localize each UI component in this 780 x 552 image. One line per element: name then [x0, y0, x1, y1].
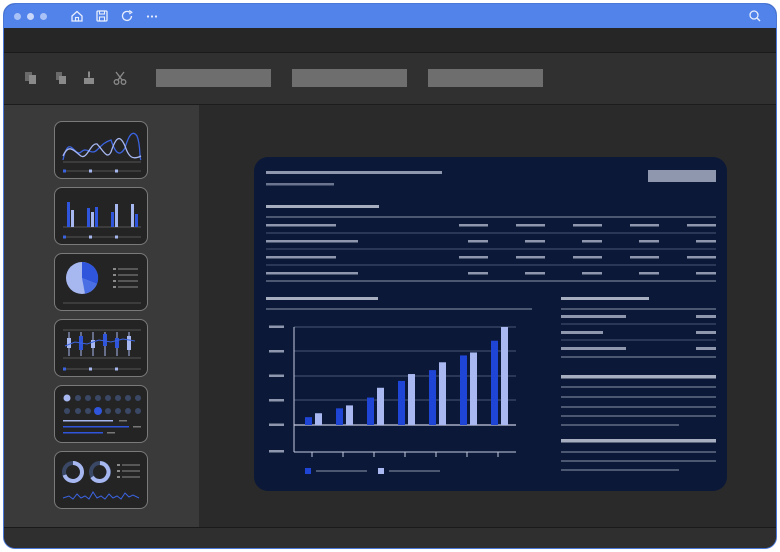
chart-bar	[398, 380, 405, 425]
toolbar-field[interactable]	[428, 69, 543, 87]
doc-table	[266, 205, 716, 282]
chart-bar	[491, 340, 498, 425]
save-icon[interactable]	[95, 9, 109, 23]
window-dot[interactable]	[40, 13, 47, 20]
chart-legend	[305, 468, 440, 474]
toolbar-field[interactable]	[156, 69, 271, 87]
thumbnail-dot-matrix[interactable]	[54, 385, 148, 443]
format-painter-icon[interactable]	[81, 70, 97, 86]
chart-bar	[305, 417, 312, 425]
title-bar	[4, 4, 776, 28]
home-icon[interactable]	[70, 9, 84, 23]
chart-bar	[377, 387, 384, 425]
chart-bar	[315, 413, 322, 425]
chart-bar	[470, 352, 477, 425]
thumbnail-line-chart[interactable]	[54, 121, 148, 179]
chart-bar	[429, 370, 436, 425]
thumbnail-donut-charts[interactable]	[54, 451, 148, 509]
window-dot[interactable]	[14, 13, 21, 20]
chart-bar	[501, 327, 508, 425]
copy-icon[interactable]	[23, 70, 39, 86]
chart-axes	[269, 325, 516, 457]
refresh-icon[interactable]	[120, 9, 134, 23]
paste-icon[interactable]	[53, 70, 69, 86]
app-window	[3, 3, 777, 549]
slide-document[interactable]	[254, 157, 727, 491]
chart-bar	[336, 408, 343, 425]
menu-bar	[4, 28, 776, 53]
toolbar-field[interactable]	[292, 69, 407, 87]
search-icon[interactable]	[748, 9, 762, 23]
chart-bar	[408, 374, 415, 425]
chart-bar	[346, 405, 353, 425]
thumbnail-pie-chart[interactable]	[54, 253, 148, 311]
window-dot[interactable]	[27, 13, 34, 20]
cut-icon[interactable]	[112, 70, 128, 86]
status-bar	[4, 527, 776, 548]
chart-bar	[367, 397, 374, 425]
thumbnail-bar-chart[interactable]	[54, 187, 148, 245]
chart-bar	[460, 355, 467, 425]
slide-thumbnail-panel	[4, 105, 199, 527]
side-panel	[561, 297, 716, 471]
chart-header	[266, 297, 532, 310]
slide-canvas[interactable]	[199, 105, 776, 527]
doc-header	[266, 170, 716, 186]
thumbnail-candlestick-chart[interactable]	[54, 319, 148, 377]
toolbar	[4, 53, 776, 105]
more-icon[interactable]	[145, 9, 159, 23]
chart-bar	[439, 362, 446, 425]
